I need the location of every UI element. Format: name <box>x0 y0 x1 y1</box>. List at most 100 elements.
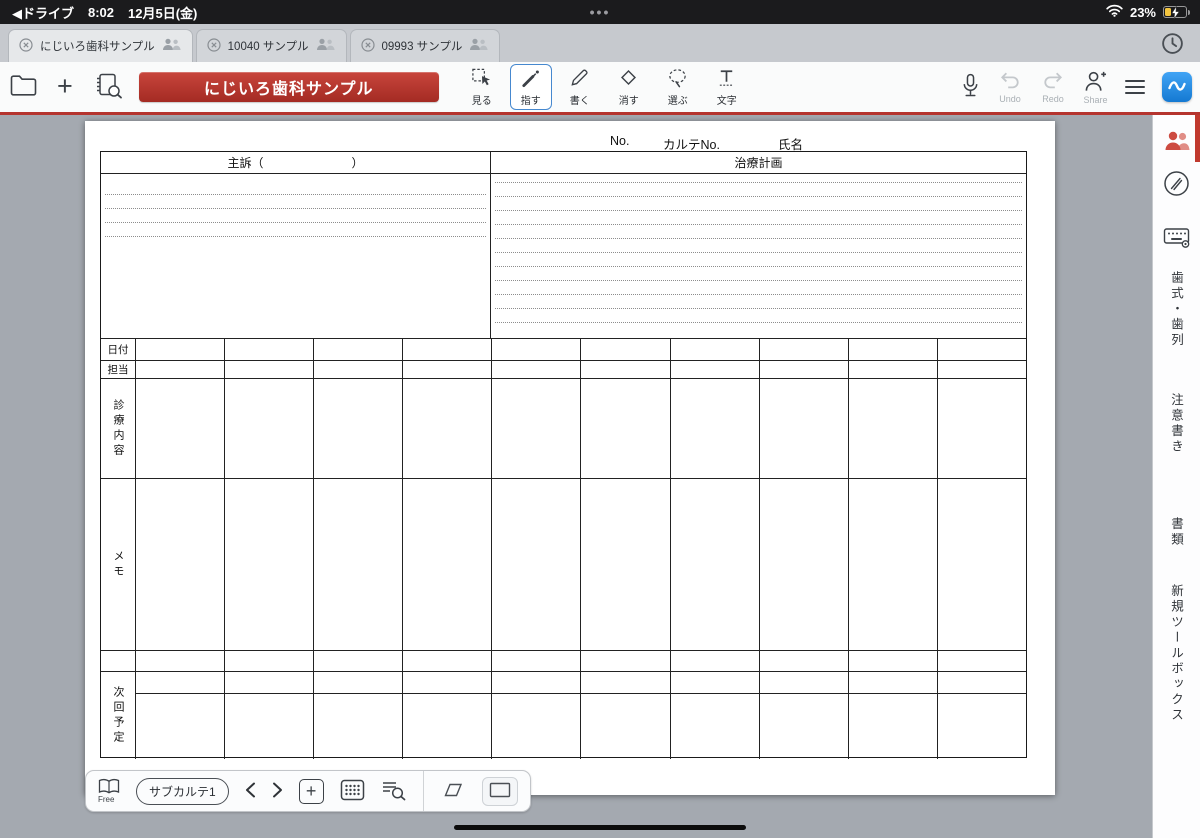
ruled-dotted-line <box>495 294 1022 295</box>
grid-cell <box>403 694 492 759</box>
next-page-button[interactable] <box>272 782 283 801</box>
battery-percent: 23% <box>1130 5 1156 20</box>
grid-cell <box>314 379 403 478</box>
grid-cell <box>403 479 492 650</box>
pen-icon <box>569 67 590 91</box>
battery-charging-icon <box>1163 6 1190 18</box>
rectangle-shape-button[interactable] <box>482 777 518 806</box>
microphone-button[interactable] <box>961 73 980 101</box>
grid-cell <box>760 694 849 759</box>
history-clock-button[interactable] <box>1158 29 1186 57</box>
no-label: No. <box>610 134 629 148</box>
main-toolbar: + にじいろ歯科サンプル 見る 指す 書く 消す 選ぶ 文字 <box>0 62 1200 115</box>
sidebar-item-notes[interactable]: 注意書き <box>1167 393 1186 455</box>
table-header-row: 主訴（） 治療計画 <box>101 152 1026 174</box>
grid-cell <box>492 479 581 650</box>
ruled-dotted-line <box>495 182 1022 183</box>
assistant-app-button[interactable] <box>1162 72 1192 102</box>
prev-page-button[interactable] <box>245 782 256 801</box>
sidebar-item-documents[interactable]: 書類 <box>1167 517 1186 548</box>
tab-close-icon[interactable] <box>207 38 221 55</box>
tab-label: 10040 サンプル <box>228 38 309 54</box>
tool-point[interactable]: 指す <box>510 64 552 110</box>
grid-cell <box>225 379 314 478</box>
blank-row <box>101 651 1026 672</box>
treatment-plan-area <box>491 174 1026 338</box>
grid-cell <box>136 339 225 360</box>
add-note-button[interactable]: + <box>57 76 73 98</box>
memo-row: メモ <box>101 479 1026 651</box>
date-row: 日付 <box>101 339 1026 361</box>
notebook-search-icon <box>93 73 123 102</box>
sidebar-item-dental-chart[interactable]: 歯式・歯列 <box>1167 271 1186 349</box>
tab-09993-sample[interactable]: 09993 サンプル <box>350 29 501 62</box>
row-label-staff: 担当 <box>101 361 136 378</box>
tab-close-icon[interactable] <box>361 38 375 55</box>
grid-cell <box>581 339 670 360</box>
attendees-button[interactable] <box>1163 129 1191 156</box>
tool-view[interactable]: 見る <box>461 64 503 110</box>
shared-users-icon <box>162 38 182 54</box>
tool-write[interactable]: 書く <box>559 64 601 110</box>
grid-cell <box>581 694 670 759</box>
folder-button[interactable] <box>10 75 37 99</box>
karte-page[interactable]: No. カルテNo. 氏名 主訴（） 治療計画 日付 担当 <box>85 121 1055 795</box>
row-label-blank <box>101 651 136 671</box>
sidebar-item-new-toolbox[interactable]: 新規ツールボックス <box>1167 584 1186 724</box>
tab-close-icon[interactable] <box>19 38 33 55</box>
grid-cell <box>492 339 581 360</box>
status-time: 8:02 <box>88 5 114 20</box>
tab-nijiiro-sample[interactable]: にじいろ歯科サンプル <box>8 29 193 62</box>
tool-select[interactable]: 選ぶ <box>657 64 699 110</box>
grid-cell <box>671 479 760 650</box>
text-tool-icon <box>716 67 737 91</box>
ruled-dotted-line <box>495 322 1022 323</box>
grid-cell <box>492 694 581 759</box>
hamburger-icon <box>1125 80 1145 82</box>
tool-erase[interactable]: 消す <box>608 64 650 110</box>
share-button[interactable]: Share <box>1083 70 1108 105</box>
undo-button[interactable]: Undo <box>997 71 1023 104</box>
grid-cell <box>403 651 492 671</box>
grid-cell <box>938 651 1026 671</box>
grid-cell <box>314 694 403 759</box>
grid-cell <box>403 339 492 360</box>
grid-cell <box>492 379 581 478</box>
redo-button[interactable]: Redo <box>1040 71 1066 104</box>
subkarte-button[interactable]: サブカルテ1 <box>136 778 229 805</box>
grid-cell <box>760 361 849 378</box>
page-grid-button[interactable] <box>340 779 365 804</box>
add-page-button[interactable]: + <box>299 779 324 804</box>
document-tab-bar: にじいろ歯科サンプル 10040 サンプル 09993 サンプル <box>0 24 1200 62</box>
table-freeform-row <box>101 174 1026 339</box>
grid-cell <box>314 651 403 671</box>
parallelogram-icon <box>440 781 466 802</box>
app-wave-icon <box>1166 75 1188 100</box>
grid-cell <box>581 379 670 478</box>
free-note-button[interactable]: Free <box>98 778 120 803</box>
home-indicator[interactable] <box>454 825 746 830</box>
page-search-button[interactable] <box>381 779 407 804</box>
pen-holder-button[interactable] <box>1163 170 1190 200</box>
grid-cell <box>671 361 760 378</box>
status-ellipsis: ••• <box>590 4 611 20</box>
tab-10040-sample[interactable]: 10040 サンプル <box>196 29 347 62</box>
back-to-app-button[interactable]: ◀ドライブ <box>12 3 74 22</box>
tab-label: 09993 サンプル <box>382 38 463 54</box>
ruled-dotted-line <box>495 224 1022 225</box>
grid-cell <box>225 672 314 693</box>
parallelogram-shape-button[interactable] <box>440 781 466 802</box>
chief-complaint-header: 主訴（） <box>101 152 491 173</box>
grid-cell <box>225 694 314 759</box>
ruled-dotted-line <box>105 194 486 195</box>
grid-cell <box>314 672 403 693</box>
grid-cell <box>314 479 403 650</box>
keyboard-settings-button[interactable] <box>1163 226 1190 251</box>
note-search-button[interactable] <box>93 73 123 102</box>
tool-text[interactable]: 文字 <box>706 64 748 110</box>
grid-cell <box>492 672 581 693</box>
grid-cell <box>849 339 938 360</box>
menu-button[interactable] <box>1125 80 1145 95</box>
document-title-button[interactable]: にじいろ歯科サンプル <box>139 72 439 102</box>
grid-cell <box>938 694 1026 759</box>
